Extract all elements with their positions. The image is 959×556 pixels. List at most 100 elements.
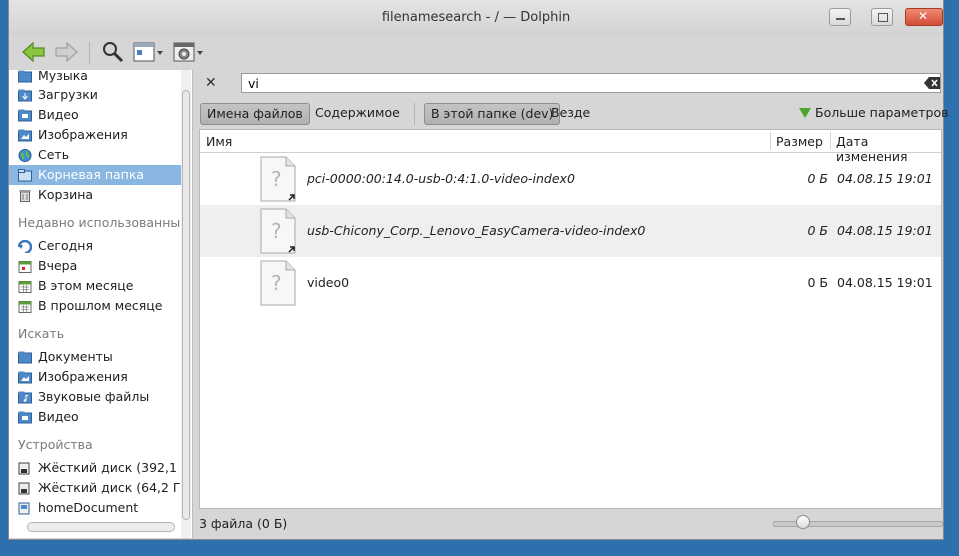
sidebar-item-today[interactable]: Сегодня [9,236,181,256]
svg-text:?: ? [271,167,282,191]
forward-button[interactable] [53,40,79,64]
more-options-button[interactable]: Больше параметров [795,103,954,125]
close-window-button[interactable] [905,8,943,26]
control-menu-icon [173,42,203,62]
this-folder-toggle[interactable]: В этой папке (dev) [424,103,561,125]
everywhere-toggle[interactable]: Везде [545,103,596,125]
file-size: 0 Б [807,171,828,186]
audio-folder-icon [18,390,32,404]
sidebar-item-label: Жёсткий диск (392,1 ГиБ) [38,460,181,475]
sidebar-item-pictures[interactable]: Изображения [9,125,181,145]
sidebar-item-search-pictures[interactable]: Изображения [9,367,181,387]
file-list: Имя Размер Дата изменения ? pci-0000:00:… [199,129,942,509]
minimize-button[interactable] [829,8,851,26]
sidebar-item-yesterday[interactable]: Вчера [9,256,181,276]
column-divider[interactable] [770,132,771,150]
window-title: filenamesearch - / — Dolphin [381,10,571,25]
svg-text:?: ? [271,271,282,295]
forward-arrow-icon [55,41,78,63]
scrollbar-thumb[interactable] [182,90,190,520]
hard-disk-icon [18,501,32,515]
search-icon [103,42,124,63]
svg-text:?: ? [271,219,282,243]
more-options-label: Больше параметров [815,105,949,120]
sidebar-item-label: Видео [38,107,79,122]
column-header: Имя Размер Дата изменения [200,130,941,164]
sidebar-item-music[interactable]: Музыка [9,70,181,86]
sidebar-item-label: Корзина [38,187,94,202]
video-folder-icon [18,108,32,122]
toolbar-separator [89,42,90,64]
file-date: 04.08.15 19:01 [837,223,933,238]
sidebar-item-disk-2[interactable]: Жёсткий диск (64,2 ГиБ) [9,478,181,498]
unknown-file-icon: ? [260,156,296,202]
sidebar-item-downloads[interactable]: Загрузки [9,85,181,105]
sidebar-item-trash[interactable]: Корзина [9,185,181,205]
sidebar-item-root[interactable]: Корневая папка [9,165,181,185]
sidebar-item-label: В этом месяце [38,278,134,293]
sidebar-item-label: Вчера [38,258,78,273]
calendar-icon [18,259,32,273]
view-mode-button[interactable] [133,40,165,64]
sidebar-vertical-scrollbar[interactable] [181,70,191,538]
maximize-button[interactable] [871,8,893,26]
dolphin-window: filenamesearch - / — Dolphin Музыка Загр [8,0,948,540]
sidebar-item-last-month[interactable]: В прошлом месяце [9,296,181,316]
sidebar-item-documents[interactable]: Документы [9,347,181,367]
calendar-icon [18,299,32,313]
sidebar-item-videos[interactable]: Видео [9,105,181,125]
file-row[interactable]: ? pci-0000:00:14.0-usb-0:4:1.0-video-ind… [200,153,941,205]
sidebar-item-audio[interactable]: Звуковые файлы [9,387,181,407]
devices-heading: Устройства [18,437,93,452]
trash-icon [18,188,32,202]
calendar-icon [18,279,32,293]
search-heading: Искать [18,326,65,341]
network-icon [18,148,32,162]
file-name: video0 [307,275,350,290]
file-size: 0 Б [807,223,828,238]
sidebar-item-label: Сеть [38,147,70,162]
status-text: 3 файла (0 Б) [199,516,288,531]
sidebar-item-label: Музыка [38,70,88,83]
sidebar-item-label: Изображения [38,127,128,142]
sidebar-item-label: Загрузки [38,87,98,102]
pictures-folder-icon [18,128,32,142]
sidebar-horizontal-scrollbar[interactable] [27,522,175,532]
content-toggle[interactable]: Содержимое [309,103,406,125]
file-row[interactable]: ? video0 0 Б 04.08.15 19:01 [200,257,941,309]
file-row[interactable]: ? usb-Chicony_Corp._Lenovo_EasyCamera-vi… [200,205,941,257]
column-name[interactable]: Имя [206,134,232,149]
documents-folder-icon [18,350,32,364]
sidebar-item-label: В прошлом месяце [38,298,163,313]
sidebar-item-network[interactable]: Сеть [9,145,181,165]
filter-separator [414,103,415,125]
sidebar-item-home-document[interactable]: homeDocument [9,498,181,518]
sidebar-item-label: Видео [38,409,79,424]
recent-heading: Недавно использованные [18,215,188,230]
downloads-folder-icon [18,88,32,102]
status-bar: 3 файла (0 Б) [199,510,943,536]
sidebar-item-label: Сегодня [38,238,93,253]
sidebar-item-disk-1[interactable]: Жёсткий диск (392,1 ГиБ) [9,458,181,478]
clear-search-icon[interactable] [924,77,940,92]
back-button[interactable] [21,40,47,64]
title-bar[interactable]: filenamesearch - / — Dolphin [9,0,943,36]
file-name: pci-0000:00:14.0-usb-0:4:1.0-video-index… [307,171,575,186]
sidebar-item-search-videos[interactable]: Видео [9,407,181,427]
close-search-button[interactable]: ✕ [205,75,217,91]
column-divider[interactable] [830,132,831,150]
today-icon [17,239,33,255]
column-size[interactable]: Размер [776,134,823,149]
sidebar-item-this-month[interactable]: В этом месяце [9,276,181,296]
view-mode-icon [133,42,163,62]
search-bar: ✕ [193,70,943,98]
search-button[interactable] [101,40,125,64]
sidebar-item-label: Документы [38,349,113,364]
filenames-toggle[interactable]: Имена файлов [200,103,310,125]
control-menu-button[interactable] [173,40,205,64]
sidebar-item-label: Изображения [38,369,128,384]
expand-arrow-icon [799,108,811,118]
file-date: 04.08.15 19:01 [837,171,933,186]
pictures-folder-icon [18,370,32,384]
search-input[interactable] [241,73,941,93]
